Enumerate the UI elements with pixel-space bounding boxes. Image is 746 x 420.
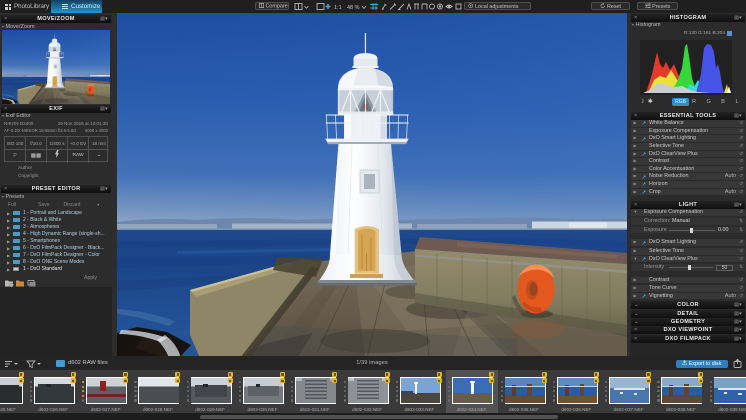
svg-text:48 %: 48 % [347,5,360,11]
svg-text:1:1: 1:1 [334,5,342,11]
